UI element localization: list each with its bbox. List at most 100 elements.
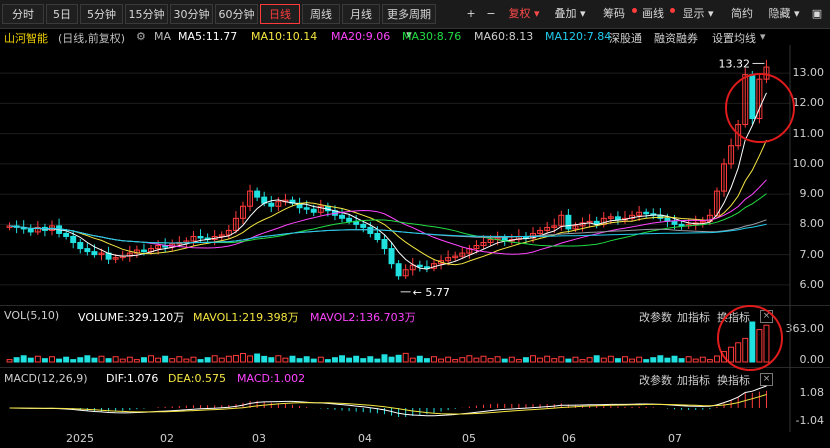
volume-bar [119,358,126,363]
volume-bar [572,356,579,363]
candle-body [388,248,395,265]
candle-body [339,214,345,219]
kline-chart[interactable]: 13.32 ← 5.77 [0,0,830,448]
volume-bar [494,356,501,363]
volume-bar [685,356,692,363]
volume-bar [197,359,204,363]
low-price-label: ← 5.77 [413,286,450,299]
volume-bar [49,356,55,363]
volume-bar [360,358,367,363]
volume-bar [190,356,197,363]
candle-body [614,216,621,221]
ma10-line [9,139,767,266]
volume-bar [551,358,558,363]
volume-bar [586,357,593,363]
volume-bar [331,357,338,363]
volume-bar [346,357,353,363]
volume-bar [56,358,63,363]
volume-bar [261,355,268,363]
volume-bar [388,356,395,363]
volume-bar [622,356,628,363]
volume-bar [728,346,735,363]
candle-body [84,248,91,253]
volume-bar [650,357,657,363]
candle-body [346,217,353,222]
volume-bar [176,356,183,363]
candle-body [643,211,650,215]
volume-bar [282,357,289,363]
candle-body [77,242,84,250]
candle-body [27,228,34,233]
volume-bar [240,353,246,363]
volume-bar [636,356,643,363]
volume-bar [232,354,239,363]
volume-bar [395,354,402,363]
candle-body [565,214,572,230]
candle-body [254,190,261,198]
candle-body [367,226,374,234]
volume-bar [431,356,437,363]
volume-bar [466,355,473,363]
ma5-line [9,92,767,270]
volume-bar [353,355,360,363]
volume-bar [706,359,713,363]
volume-bar [593,355,600,363]
volume-bar [629,358,636,363]
volume-bar [247,355,254,363]
volume-bar [225,355,232,363]
volume-bar [254,353,261,363]
volume-bar [487,358,494,363]
candle-body [749,74,756,119]
volume-bar [607,355,614,363]
volume-bar [218,357,225,363]
candle-body [360,223,367,228]
volume-bar [409,357,416,363]
volume-bar [275,355,282,363]
volume-bar [296,358,303,363]
volume-bar [671,355,678,363]
volume-bar [162,355,169,363]
candle-body [303,207,310,210]
volume-bar [600,357,607,363]
volume-bar [438,358,445,363]
volume-bar [13,357,20,363]
candle-body [671,220,678,225]
volume-bar [367,356,374,363]
volume-bar [643,359,650,363]
volume-bar [657,355,664,363]
volume-bar [742,337,749,363]
volume-bar [63,356,70,363]
volume-bar [84,355,91,363]
volume-bar [749,321,756,363]
volume-bar [91,357,98,363]
volume-bar [41,358,48,363]
volume-bar [324,359,331,363]
volume-bar [480,355,487,363]
volume-bar [126,356,133,363]
candle-body [140,249,147,253]
volume-bar [544,355,551,363]
volume-bar [763,324,770,363]
volume-bar [148,355,154,363]
volume-bar [303,356,310,363]
volume-bar [204,357,211,363]
candle-body [268,202,275,207]
volume-bar [381,354,388,363]
candle-body [310,208,317,213]
volume-bar [614,358,621,363]
candle-body [381,239,388,250]
volume-bar [416,355,423,363]
volume-bar [6,359,13,363]
volume-bar [34,355,41,363]
volume-bar [558,356,565,363]
volume-bar [664,357,671,363]
volume-bar [339,355,345,363]
volume-bar [537,357,544,363]
volume-bar [374,358,381,363]
volume-bar [317,356,324,363]
volume-bar [452,359,459,363]
candle-body [678,223,685,227]
volume-bar [112,356,119,363]
volume-bar [98,355,105,363]
volume-bar [169,358,176,363]
